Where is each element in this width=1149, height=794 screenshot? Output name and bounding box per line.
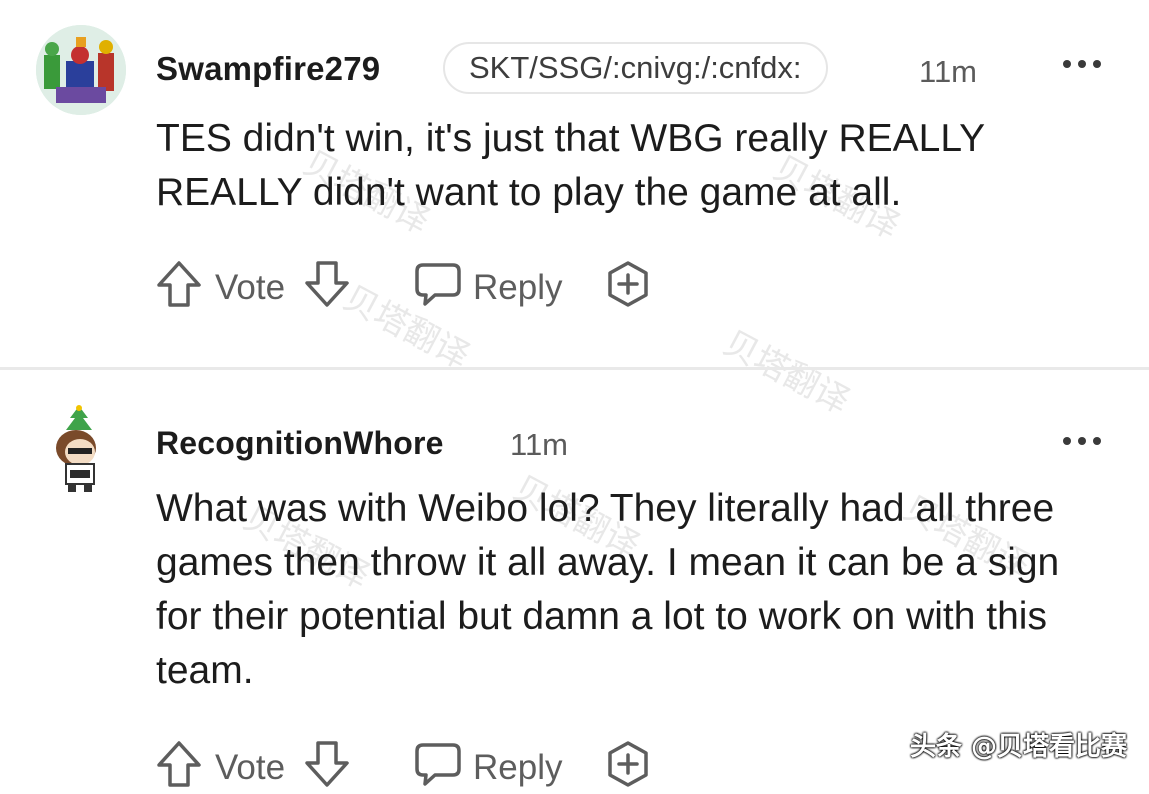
reply-button[interactable] xyxy=(413,258,463,310)
plus-circle-icon xyxy=(608,741,648,787)
comment-actions: Vote Reply xyxy=(155,258,675,310)
speech-bubble-icon xyxy=(415,743,461,786)
more-dots-icon[interactable] xyxy=(1063,60,1103,70)
reply-label[interactable]: Reply xyxy=(473,262,562,314)
timestamp: 11m xyxy=(919,54,978,89)
timestamp: 11m xyxy=(510,427,569,462)
award-button[interactable] xyxy=(603,738,653,790)
plus-circle-icon xyxy=(608,261,648,307)
upvote-button[interactable] xyxy=(155,258,203,310)
user-flair: SKT/SSG/:cnivg:/:cnfdx: xyxy=(443,42,828,94)
avatar-image xyxy=(36,25,126,115)
avatar[interactable] xyxy=(36,25,126,115)
arrow-up-icon xyxy=(157,741,201,787)
vote-label: Vote xyxy=(215,748,286,787)
comment-body: TES didn't win, it's just that WBG reall… xyxy=(156,117,985,214)
upvote-button[interactable] xyxy=(155,738,203,790)
avatar-image xyxy=(56,405,96,492)
arrow-down-icon xyxy=(305,261,349,307)
comment-actions: Vote Reply xyxy=(155,738,675,790)
downvote-button[interactable] xyxy=(303,738,351,790)
more-dots-icon[interactable] xyxy=(1063,437,1103,447)
speech-bubble-icon xyxy=(415,263,461,306)
vote-label: Vote xyxy=(215,268,286,307)
avatar[interactable] xyxy=(48,404,110,494)
reply-label[interactable]: Reply xyxy=(473,742,562,794)
source-credit: 头条 @贝塔看比赛 xyxy=(909,732,1127,762)
reply-button[interactable] xyxy=(413,738,463,790)
downvote-button[interactable] xyxy=(303,258,351,310)
username[interactable]: RecognitionWhore xyxy=(156,425,444,462)
award-button[interactable] xyxy=(603,258,653,310)
comment: RecognitionWhore 11m What was with Weibo… xyxy=(0,370,1149,787)
arrow-down-icon xyxy=(305,741,349,787)
comment-body: What was with Weibo lol? They literally … xyxy=(156,487,1060,692)
username[interactable]: Swampfire279 xyxy=(156,50,380,88)
arrow-up-icon xyxy=(157,261,201,307)
comment: Swampfire279 SKT/SSG/:cnivg:/:cnfdx: 11m… xyxy=(0,0,1149,368)
